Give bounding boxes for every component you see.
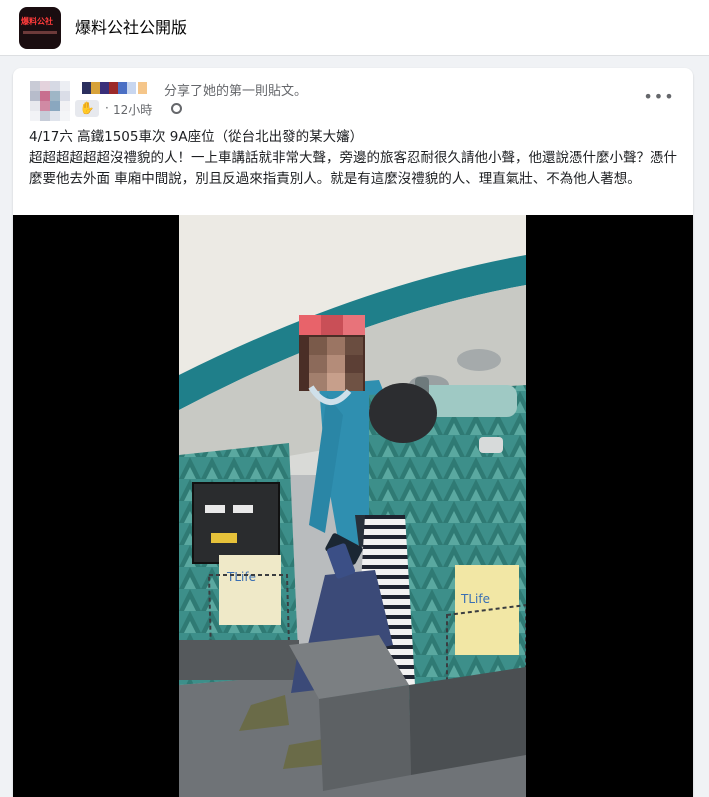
page-logo[interactable]: 爆料公社	[19, 7, 61, 49]
meta-separator: ·	[105, 101, 109, 115]
seat-card-brand-front: TLife	[460, 592, 490, 606]
seat-card-brand: TLife	[226, 570, 256, 584]
more-options-button[interactable]: •••	[641, 86, 677, 108]
post-card: 分享了她的第一則貼文。 ✋ · 12小時 ••• 4/17六 高鐵1505車次 …	[13, 68, 693, 797]
post-line: 4/17六 高鐵1505車次 9A座位（從台北出發的某大嬸）	[29, 129, 364, 145]
page-header: 爆料公社 爆料公社公開版	[0, 0, 709, 56]
post-video[interactable]: TLife TLife	[13, 215, 693, 797]
globe-icon	[171, 103, 182, 114]
video-frame: TLife TLife	[179, 215, 526, 797]
wave-hand-icon: ✋	[75, 100, 99, 117]
shared-post-text: 分享了她的第一則貼文。	[164, 84, 308, 99]
post-timestamp[interactable]: 12小時	[113, 101, 152, 118]
page-title[interactable]: 爆料公社公開版	[75, 14, 187, 38]
post-body: 4/17六 高鐵1505車次 9A座位（從台北出發的某大嬸） 超超超超超超沒禮貌…	[29, 127, 685, 190]
page-logo-subline	[23, 31, 57, 34]
page-logo-text: 爆料公社	[21, 17, 53, 26]
post-line: 超超超超超超沒禮貌的人！一上車講話就非常大聲，旁邊的旅客忍耐很久請他小聲，他還說…	[29, 150, 677, 187]
author-name-censored[interactable]	[82, 82, 154, 94]
author-avatar[interactable]	[30, 81, 70, 121]
